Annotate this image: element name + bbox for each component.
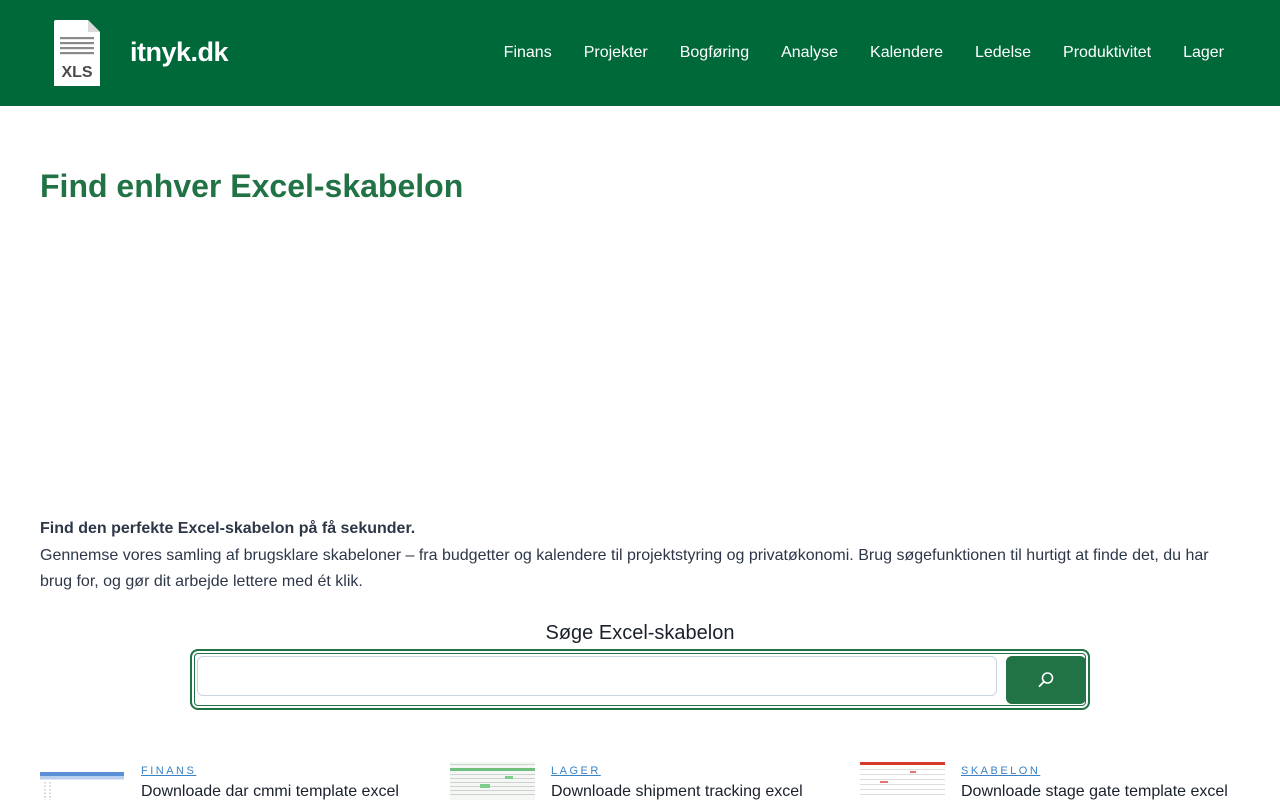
search-icon — [1038, 672, 1054, 688]
xls-file-icon[interactable]: XLS — [52, 18, 102, 88]
logo-text: XLS — [61, 64, 92, 81]
nav-item-finans[interactable]: Finans — [488, 33, 568, 73]
intro-lead: Find den perfekte Excel-skabelon på få s… — [40, 520, 416, 537]
site-brand[interactable]: itnyk.dk — [130, 34, 229, 70]
nav-item-ledelse[interactable]: Ledelse — [959, 33, 1047, 73]
search-input[interactable] — [197, 656, 997, 696]
nav-item-analyse[interactable]: Analyse — [765, 33, 854, 73]
card-category[interactable]: LAGER — [551, 764, 601, 778]
nav-item-projekter[interactable]: Projekter — [568, 33, 664, 73]
intro-body: Gennemse vores samling af brugsklare ska… — [40, 546, 1209, 591]
nav-item-kalendere[interactable]: Kalendere — [854, 33, 959, 73]
nav-item-bogforing[interactable]: Bogføring — [664, 33, 765, 73]
template-card[interactable]: FINANS Downloade dar cmmi template excel — [40, 762, 420, 800]
template-thumbnail[interactable] — [40, 762, 125, 800]
intro-text: Find den perfekte Excel-skabelon på få s… — [40, 516, 1245, 596]
card-title[interactable]: Downloade dar cmmi template excel — [141, 781, 399, 800]
nav-item-lager[interactable]: Lager — [1167, 33, 1240, 73]
search-button[interactable] — [1006, 656, 1086, 704]
template-card[interactable]: SKABELON Downloade stage gate template e… — [860, 762, 1240, 800]
template-cards: FINANS Downloade dar cmmi template excel… — [40, 762, 1240, 800]
template-thumbnail[interactable] — [450, 762, 535, 800]
template-thumbnail[interactable] — [860, 762, 945, 800]
template-card[interactable]: LAGER Downloade shipment tracking excel — [450, 762, 830, 800]
card-title[interactable]: Downloade stage gate template excel — [961, 781, 1228, 800]
main-nav: Finans Projekter Bogføring Analyse Kalen… — [488, 33, 1240, 73]
site-header: XLS itnyk.dk Finans Projekter Bogføring … — [0, 0, 1280, 106]
card-category[interactable]: SKABELON — [961, 764, 1040, 778]
nav-item-produktivitet[interactable]: Produktivitet — [1047, 33, 1167, 73]
page-title: Find enhver Excel-skabelon — [40, 168, 464, 204]
card-category[interactable]: FINANS — [141, 764, 196, 778]
search-label: Søge Excel-skabelon — [545, 622, 735, 644]
search-form — [190, 649, 1090, 710]
card-title[interactable]: Downloade shipment tracking excel — [551, 781, 803, 800]
